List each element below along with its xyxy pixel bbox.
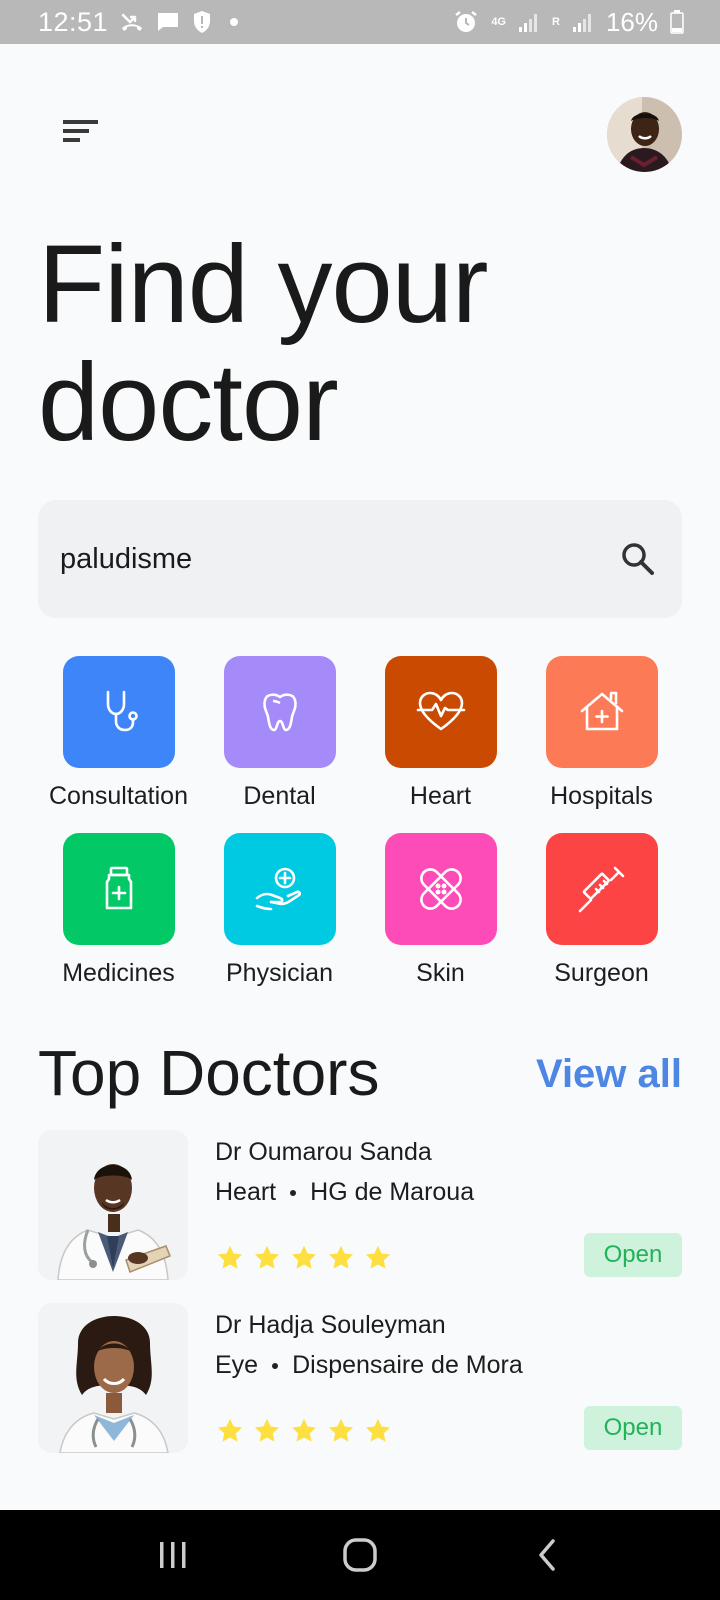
status-bar: 12:51 4G R 16% [0, 0, 720, 44]
status-time: 12:51 [38, 6, 109, 37]
star-icon [217, 1245, 243, 1269]
home-icon [343, 1538, 377, 1572]
category-tile[interactable] [384, 656, 497, 768]
menu-button[interactable] [56, 112, 104, 152]
doctor-rating [216, 1244, 392, 1272]
missed-call-icon [120, 11, 144, 33]
back-button[interactable] [517, 1525, 577, 1585]
doctor-location: HG de Maroua [310, 1178, 475, 1206]
title-line-1: Find your [38, 223, 489, 346]
notification-dot-icon [230, 18, 239, 26]
tooth-icon [262, 693, 297, 732]
message-icon [156, 11, 180, 33]
category-label: Physician [226, 959, 333, 987]
status-badge: Open [584, 1233, 682, 1277]
doctor-meta: Heart HG de Maroua [215, 1178, 474, 1207]
page-title: Find your doctor [38, 226, 678, 462]
doctor-photo [38, 1303, 188, 1453]
category-medicines[interactable]: Medicines [38, 833, 199, 988]
search-box[interactable] [38, 500, 682, 618]
status-badge: Open [584, 1406, 682, 1450]
category-physician[interactable]: Physician [199, 833, 360, 988]
category-heart[interactable]: Heart [360, 656, 521, 811]
category-grid: Consultation Dental Heart Hospitals Medi… [38, 656, 682, 988]
battery-percent: 16% [605, 6, 658, 37]
home-button[interactable] [330, 1525, 390, 1585]
category-surgeon[interactable]: Surgeon [521, 833, 682, 988]
status-right: 4G R 16% [453, 7, 684, 38]
category-dental[interactable]: Dental [199, 656, 360, 811]
star-icon [365, 1418, 391, 1442]
category-label: Consultation [49, 782, 188, 810]
recent-apps-button[interactable] [143, 1525, 203, 1585]
doctor-specialty: Heart [215, 1178, 277, 1206]
star-icon [328, 1418, 354, 1442]
syringe-icon [578, 866, 624, 913]
care-hand-icon [255, 867, 301, 911]
star-icon [254, 1418, 280, 1442]
star-icon [328, 1245, 354, 1269]
doctor-card[interactable]: Dr Oumarou Sanda Heart HG de Maroua Open [38, 1130, 682, 1280]
search-icon[interactable] [618, 539, 658, 579]
category-tile[interactable] [223, 833, 336, 945]
battery-icon [670, 10, 684, 34]
category-tile[interactable] [62, 656, 175, 768]
star-icon [291, 1245, 317, 1269]
medicine-bottle-icon [105, 866, 132, 910]
category-label: Heart [409, 782, 472, 810]
alarm-icon [453, 10, 479, 34]
shield-icon [192, 10, 212, 34]
roaming-indicator: R [552, 15, 560, 28]
hospital-house-icon [580, 691, 623, 731]
category-tile[interactable] [545, 656, 658, 768]
top-doctors-title: Top Doctors [38, 1037, 380, 1109]
category-label: Medicines [62, 959, 175, 987]
signal-icon [518, 11, 540, 33]
separator-dot [290, 1189, 297, 1196]
category-consultation[interactable]: Consultation [38, 656, 199, 811]
star-icon [217, 1418, 243, 1442]
doctor-specialty: Eye [215, 1351, 259, 1379]
doctor-name: Dr Oumarou Sanda [215, 1138, 432, 1166]
menu-lines-icon [63, 120, 98, 142]
doctor-card[interactable]: Dr Hadja Souleyman Eye Dispensaire de Mo… [38, 1303, 682, 1453]
network-4g-icon: 4G [491, 15, 506, 28]
doctor-rating [216, 1417, 392, 1445]
search-input[interactable] [60, 542, 618, 576]
category-tile[interactable] [62, 833, 175, 945]
category-skin[interactable]: Skin [360, 833, 521, 988]
view-all-link[interactable]: View all [536, 1052, 682, 1097]
signal-roaming-icon [572, 11, 594, 33]
star-icon [365, 1245, 391, 1269]
star-icon [254, 1245, 280, 1269]
separator-dot [272, 1362, 279, 1369]
star-icon [291, 1418, 317, 1442]
system-nav-bar [0, 1510, 720, 1600]
user-avatar[interactable] [607, 97, 682, 172]
category-label: Hospitals [550, 782, 653, 810]
category-hospitals[interactable]: Hospitals [521, 656, 682, 811]
category-tile[interactable] [384, 833, 497, 945]
category-label: Surgeon [554, 959, 649, 987]
category-label: Skin [416, 959, 465, 987]
stethoscope-icon [106, 690, 138, 732]
back-icon [538, 1539, 555, 1571]
category-tile[interactable] [223, 656, 336, 768]
title-line-2: doctor [38, 341, 339, 464]
heart-pulse-icon [416, 691, 465, 731]
bandage-icon [419, 868, 462, 910]
doctor-name: Dr Hadja Souleyman [215, 1311, 446, 1339]
category-tile[interactable] [545, 833, 658, 945]
category-label: Dental [243, 782, 316, 810]
recent-apps-icon [160, 1542, 186, 1568]
avatar-photo [607, 97, 682, 172]
doctor-meta: Eye Dispensaire de Mora [215, 1351, 523, 1380]
status-left: 12:51 [38, 6, 239, 38]
doctor-photo [38, 1130, 188, 1280]
doctor-location: Dispensaire de Mora [292, 1351, 523, 1379]
